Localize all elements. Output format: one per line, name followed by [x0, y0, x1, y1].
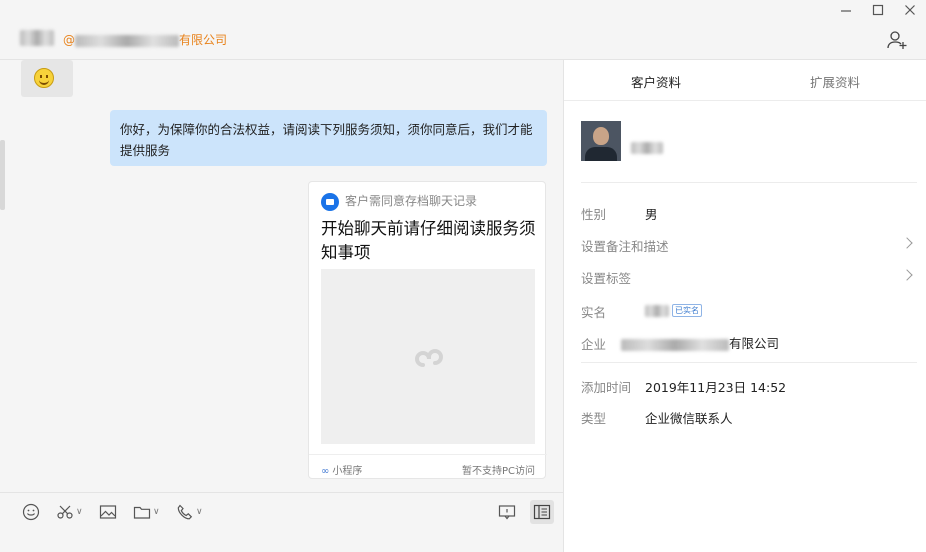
type-value: 企业微信联系人: [645, 411, 733, 426]
folder-icon[interactable]: ∨: [133, 502, 160, 522]
added-time-value: 2019年11月23日 14:52: [645, 380, 787, 395]
remark-description-link[interactable]: 设置备注和描述: [581, 236, 669, 255]
side-panel-toggle[interactable]: [530, 500, 554, 524]
side-panel-icon: [533, 504, 551, 520]
mini-program-watermark-icon: [415, 349, 443, 367]
image-icon[interactable]: [99, 502, 117, 522]
verified-badge: 已实名: [672, 304, 702, 317]
company-suffix: 有限公司: [729, 336, 780, 351]
type-label: 类型: [581, 411, 607, 426]
mini-program-source-label: 客户需同意存档聊天记录: [345, 194, 478, 208]
gender-value: 男: [645, 207, 658, 222]
emoji-icon[interactable]: [22, 502, 40, 522]
scissors-icon[interactable]: ∨: [56, 502, 83, 522]
minimize-icon[interactable]: [838, 2, 854, 18]
company-value: 有限公司: [621, 333, 779, 352]
close-icon[interactable]: [902, 2, 918, 18]
input-toolbar: ∨ ∨ ∨: [0, 492, 563, 552]
title-bar: @ 有限公司: [0, 0, 926, 60]
redacted-name: [20, 30, 54, 46]
set-tags-link[interactable]: 设置标签: [581, 268, 631, 287]
contact-organization: @ 有限公司: [63, 31, 227, 48]
scrollbar[interactable]: [0, 140, 5, 210]
profile-tabs: 客户资料 扩展资料: [564, 60, 926, 101]
divider: [581, 182, 917, 183]
mini-program-footer: ∞ 小程序 暂不支持PC访问: [309, 454, 547, 480]
chevron-right-icon[interactable]: [901, 269, 913, 281]
gender-label: 性别: [581, 207, 607, 222]
mini-program-type: ∞ 小程序: [321, 462, 362, 477]
customer-profile-panel: 客户资料 扩展资料 性别 男 设置备注和描述 设置标签 实名 已实名 企业 有限…: [563, 60, 926, 552]
chevron-down-icon: ∨: [76, 507, 83, 517]
mini-program-type-label: 小程序: [332, 466, 363, 477]
add-member-icon[interactable]: [886, 29, 908, 51]
redacted-realname: [645, 304, 669, 317]
mini-program-source: 客户需同意存档聊天记录: [321, 192, 477, 211]
mini-program-link-icon: ∞: [321, 466, 330, 477]
mini-program-logo-icon: [321, 192, 339, 211]
chat-area[interactable]: 你好，为保障你的合法权益，请阅读下列服务须知，须你同意后，我们才能提供服务 客户…: [0, 60, 563, 492]
tab-extended-info[interactable]: 扩展资料: [810, 72, 860, 91]
chevron-down-icon: ∨: [153, 507, 160, 517]
org-suffix: 有限公司: [179, 33, 228, 47]
mini-program-card[interactable]: 客户需同意存档聊天记录 开始聊天前请仔细阅读服务须知事项 ∞ 小程序 暂不支持PC…: [308, 181, 547, 480]
chevron-down-icon: ∨: [196, 507, 203, 517]
divider: [581, 362, 917, 363]
added-time-label: 添加时间: [581, 380, 632, 395]
redacted-company: [621, 338, 729, 351]
message-box-icon[interactable]: [498, 502, 516, 522]
company-label: 企业: [581, 337, 607, 352]
profile-name: [631, 137, 663, 156]
emoji-message[interactable]: [21, 60, 73, 97]
at-sign: @: [63, 33, 75, 47]
maximize-icon[interactable]: [870, 2, 886, 18]
avatar[interactable]: [581, 121, 621, 161]
contact-name: [20, 30, 54, 46]
phone-icon[interactable]: ∨: [176, 502, 203, 522]
mini-program-thumbnail: [321, 269, 535, 444]
text-message[interactable]: 你好，为保障你的合法权益，请阅读下列服务须知，须你同意后，我们才能提供服务: [110, 110, 547, 166]
mini-program-pc-note: 暂不支持PC访问: [461, 466, 535, 477]
tab-customer-info[interactable]: 客户资料: [631, 72, 681, 91]
mini-program-title: 开始聊天前请仔细阅读服务须知事项: [321, 219, 536, 262]
realname-label: 实名: [581, 305, 607, 320]
chevron-right-icon[interactable]: [901, 237, 913, 249]
realname-value: 已实名: [645, 302, 702, 317]
redacted-profile-name: [631, 141, 663, 154]
redacted-org: [75, 34, 179, 47]
smiley-emoji-icon: [34, 68, 54, 88]
